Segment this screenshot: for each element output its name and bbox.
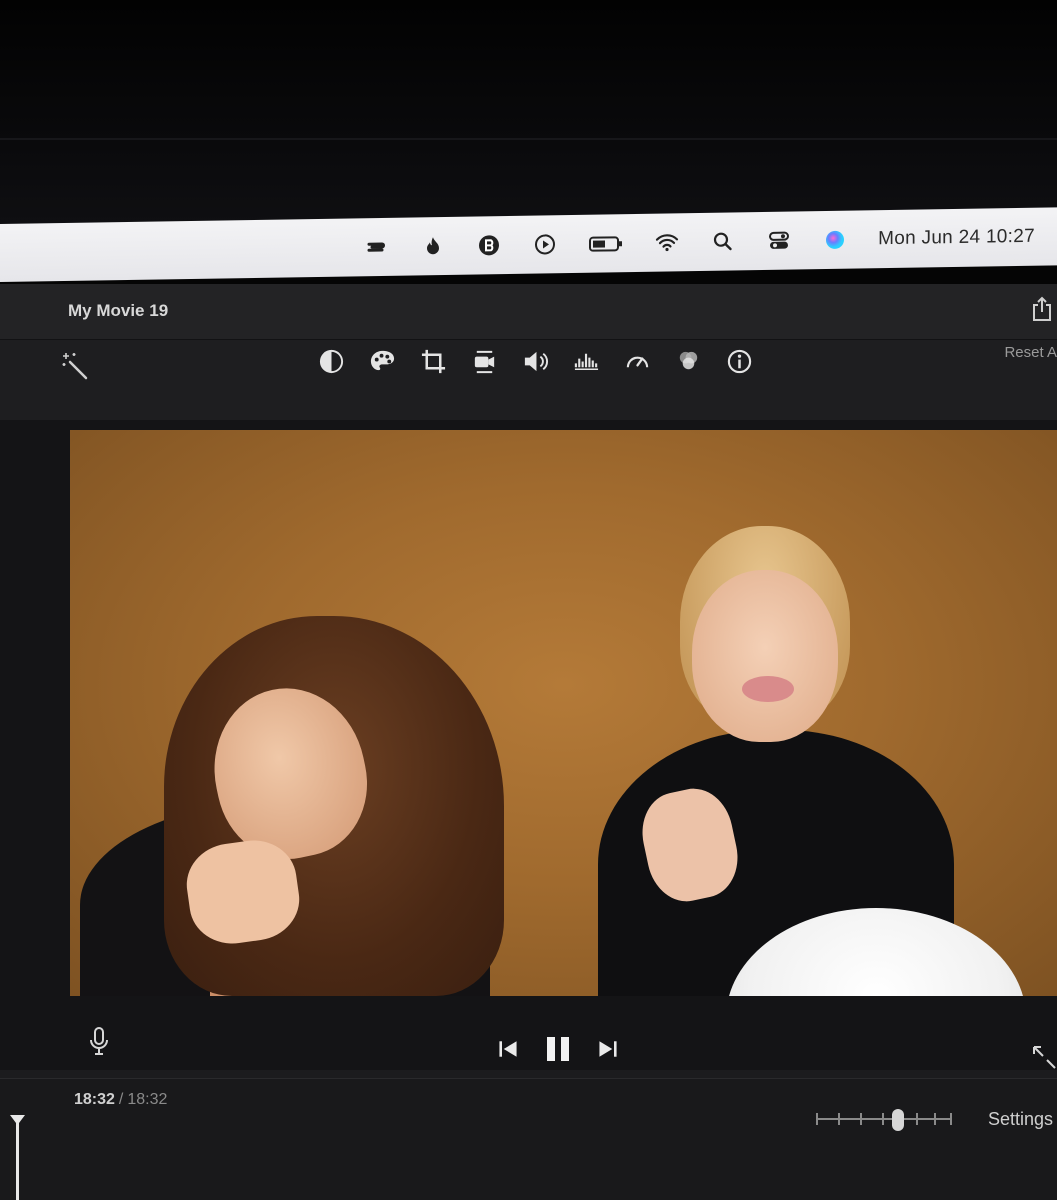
- zoom-tick: [816, 1113, 818, 1125]
- pause-button[interactable]: [544, 1034, 572, 1064]
- person-right-face: [692, 570, 838, 742]
- video-preview[interactable]: [70, 430, 1057, 996]
- expressvpn-icon[interactable]: [364, 234, 390, 260]
- zoom-tick: [838, 1113, 840, 1125]
- zoom-knob[interactable]: [892, 1109, 904, 1131]
- bluetooth-badge-icon[interactable]: [476, 232, 502, 258]
- skip-forward-button[interactable]: [594, 1034, 622, 1064]
- crop-icon[interactable]: [418, 346, 448, 376]
- bezel-edge: [0, 138, 1057, 140]
- stabilization-icon[interactable]: [469, 346, 499, 376]
- equalizer-icon[interactable]: [571, 346, 601, 376]
- volume-icon[interactable]: [520, 346, 550, 376]
- monitor-bezel: [0, 0, 1057, 240]
- speed-icon[interactable]: [622, 346, 652, 376]
- color-palette-icon[interactable]: [367, 346, 397, 376]
- adjustment-tools: [316, 346, 754, 376]
- total-time: 18:32: [127, 1091, 168, 1108]
- microphone-icon[interactable]: [88, 1026, 110, 1056]
- flame-icon[interactable]: [420, 233, 446, 259]
- timecode: 18:32/18:32: [74, 1091, 167, 1109]
- magic-wand-icon[interactable]: [60, 350, 90, 380]
- timeline-zoom-slider[interactable]: [816, 1109, 952, 1131]
- wifi-icon[interactable]: [654, 229, 680, 255]
- timecode-separator: /: [118, 1091, 124, 1108]
- siri-icon[interactable]: [822, 227, 848, 253]
- timeline[interactable]: 18:32/18:32 Settings: [0, 1078, 1057, 1200]
- menu-bar-extras: Mon Jun 24 10:27: [364, 224, 1035, 260]
- search-icon[interactable]: [710, 228, 736, 254]
- imovie-window: My Movie 19 Reset A 18:32 / 18:32 Settin…: [0, 284, 1057, 1200]
- reset-all-button[interactable]: Reset A: [1004, 344, 1057, 361]
- zoom-tick: [950, 1113, 952, 1125]
- current-time: 18:32: [74, 1091, 115, 1108]
- play-circle-icon[interactable]: [532, 231, 558, 257]
- playback-controls: [0, 998, 1057, 1078]
- menu-bar-clock[interactable]: Mon Jun 24 10:27: [878, 226, 1035, 250]
- zoom-track: [816, 1118, 952, 1120]
- fullscreen-icon[interactable]: [1031, 1044, 1057, 1070]
- info-icon[interactable]: [724, 346, 754, 376]
- playhead[interactable]: [16, 1119, 19, 1200]
- battery-icon[interactable]: [588, 230, 624, 257]
- person-right-lips: [742, 676, 794, 702]
- title-bar: My Movie 19: [0, 284, 1057, 340]
- transport-controls: [494, 1034, 622, 1064]
- zoom-tick: [916, 1113, 918, 1125]
- zoom-tick: [934, 1113, 936, 1125]
- control-center-icon[interactable]: [766, 228, 792, 254]
- share-icon[interactable]: [1031, 296, 1053, 322]
- zoom-tick: [882, 1113, 884, 1125]
- color-balance-icon[interactable]: [316, 346, 346, 376]
- filters-icon[interactable]: [673, 346, 703, 376]
- movie-title: My Movie 19: [68, 301, 169, 320]
- zoom-tick: [860, 1113, 862, 1125]
- skip-back-button[interactable]: [494, 1034, 522, 1064]
- settings-button[interactable]: Settings: [988, 1109, 1053, 1130]
